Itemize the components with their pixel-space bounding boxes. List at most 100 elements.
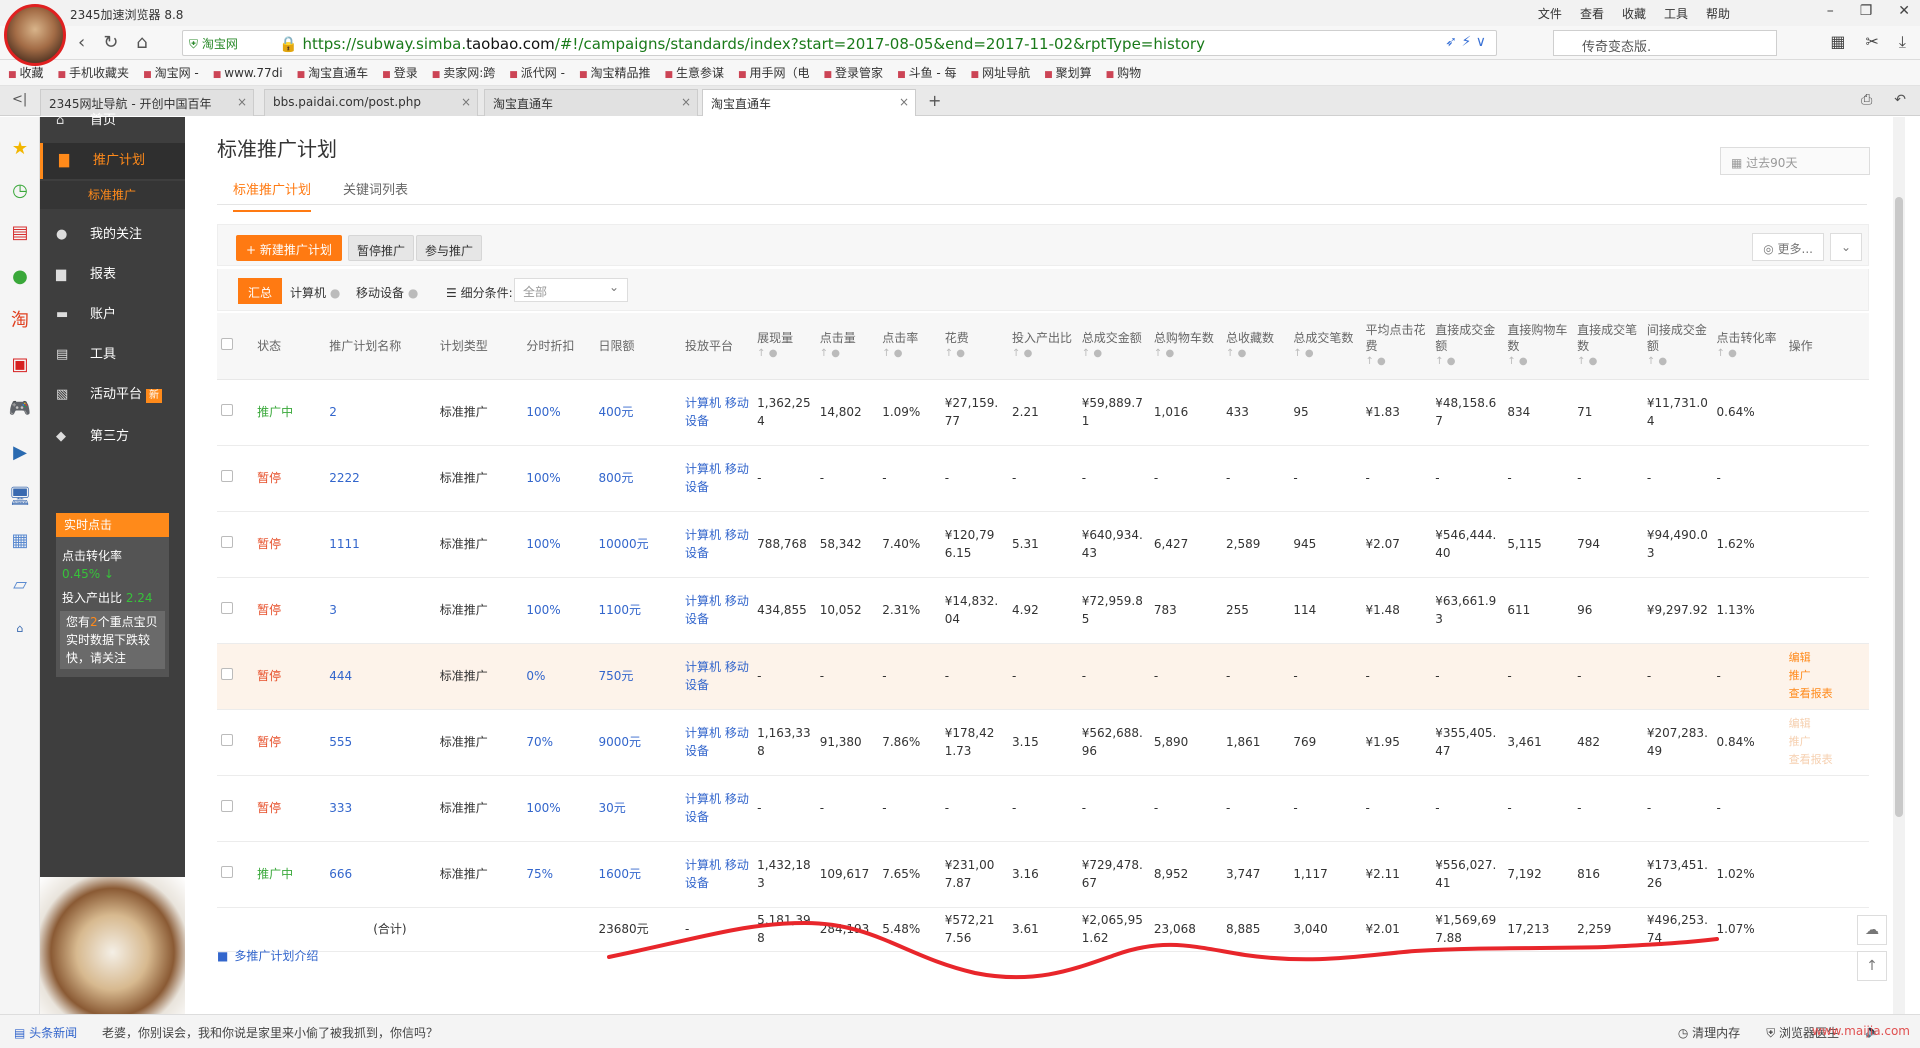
platform-link[interactable]: 计算机 移动设备 — [685, 726, 749, 758]
star-icon[interactable]: ★ — [8, 137, 32, 161]
platform-cell[interactable]: 计算机 移动设备 — [681, 775, 754, 842]
computer-icon[interactable]: 🖥 — [8, 485, 32, 509]
favorite-item[interactable]: 淘宝网 - — [143, 64, 199, 81]
discount-cell[interactable]: 100% — [522, 775, 595, 842]
col-header-sortable[interactable]: 总购物车数 ↑ ● — [1149, 313, 1223, 380]
checkbox[interactable] — [221, 800, 233, 812]
favorite-item[interactable]: www.77di — [213, 66, 282, 80]
favorite-item[interactable]: 手机收藏夹 — [58, 64, 129, 81]
favorite-item[interactable]: 登录 — [382, 64, 418, 81]
favorite-item[interactable]: 购物 — [1106, 64, 1141, 81]
platform-cell[interactable]: 计算机 移动设备 — [681, 643, 754, 710]
segment-summary[interactable]: 汇总 — [238, 278, 283, 304]
discount-link[interactable]: 70% — [526, 735, 553, 749]
favorite-item[interactable]: 淘宝精品推 — [579, 64, 650, 81]
sort-icon[interactable]: ↑ ● — [1293, 346, 1357, 362]
plan-name-link[interactable]: 1111 — [329, 537, 360, 551]
menu-file[interactable]: 文件 — [1538, 5, 1562, 22]
clean-memory-button[interactable]: ◷ 清理内存 — [1678, 1024, 1740, 1041]
sort-icon[interactable]: ↑ ● — [820, 346, 875, 362]
plan-name-cell[interactable]: 444 — [325, 643, 436, 710]
sale-icon[interactable]: ▣ — [8, 353, 32, 377]
minimize-icon[interactable]: – — [1827, 3, 1834, 19]
game-icon[interactable]: 🎮 — [8, 397, 32, 421]
user-avatar[interactable] — [4, 4, 66, 66]
sort-icon[interactable]: ↑ ● — [1435, 354, 1499, 370]
platform-cell[interactable]: 计算机 移动设备 — [681, 709, 754, 776]
sidebar-subitem-standard[interactable]: 标准推广 — [40, 181, 185, 209]
discount-link[interactable]: 100% — [526, 603, 560, 617]
sort-icon[interactable]: ↑ ● — [1577, 354, 1639, 370]
sidebar-item-plans[interactable]: ▇ 推广计划 — [40, 143, 185, 179]
plan-name-cell[interactable]: 3 — [325, 577, 436, 644]
platform-cell[interactable]: 计算机 移动设备 — [681, 445, 754, 512]
sidebar-item-activity[interactable]: ▧ 活动平台新 — [40, 377, 185, 413]
close-tab-icon[interactable]: × — [681, 95, 691, 109]
plan-name-cell[interactable]: 666 — [325, 841, 436, 908]
limit-link[interactable]: 10000元 — [598, 537, 648, 551]
news-ticker[interactable]: 老婆，你别误会，我和你说是家里来小偷了被我抓到，你信吗？ — [102, 1024, 438, 1041]
filter-select[interactable]: 全部 — [514, 278, 628, 302]
favorite-item[interactable]: 网址导航 — [971, 64, 1030, 81]
limit-cell[interactable]: 10000元 — [594, 511, 682, 578]
close-tab-icon[interactable]: × — [899, 95, 909, 109]
limit-cell[interactable]: 9000元 — [594, 709, 682, 776]
row-select[interactable] — [217, 841, 254, 908]
refresh-icon[interactable]: ↻ — [103, 32, 118, 53]
col-header-sortable[interactable]: 总收藏数 ↑ ● — [1222, 313, 1290, 380]
limit-link[interactable]: 30元 — [598, 801, 625, 815]
discount-link[interactable]: 100% — [526, 405, 560, 419]
platform-link[interactable]: 计算机 移动设备 — [685, 396, 749, 428]
platform-cell[interactable]: 计算机 移动设备 — [681, 577, 754, 644]
menu-favorites[interactable]: 收藏 — [1622, 5, 1646, 22]
sidebar-item-tools[interactable]: ▤ 工具 — [40, 337, 185, 373]
discount-cell[interactable]: 0% — [522, 643, 595, 710]
checkbox[interactable] — [221, 337, 233, 350]
limit-cell[interactable]: 1600元 — [594, 841, 682, 908]
op-link[interactable]: 编辑 — [1789, 715, 1865, 733]
favorite-item[interactable]: 卖家网:跨 — [432, 64, 495, 81]
platform-link[interactable]: 计算机 移动设备 — [685, 792, 749, 824]
row-select[interactable] — [217, 379, 254, 446]
col-header-sortable[interactable]: 展现量 ↑ ● — [753, 313, 816, 380]
platform-link[interactable]: 计算机 移动设备 — [685, 858, 749, 890]
close-icon[interactable]: ✕ — [1898, 3, 1910, 19]
sidebar-item-home[interactable]: ⌂ 首页 — [40, 103, 185, 139]
sort-icon[interactable]: ↑ ● — [757, 346, 812, 362]
row-select[interactable] — [217, 775, 254, 842]
col-header-sortable[interactable]: 间接成交金额 ↑ ● — [1642, 313, 1713, 380]
plan-name-cell[interactable]: 1111 — [325, 511, 436, 578]
discount-cell[interactable]: 100% — [522, 379, 595, 446]
col-header-sortable[interactable]: 直接购物车数 ↑ ● — [1503, 313, 1574, 380]
limit-link[interactable]: 400元 — [598, 405, 633, 419]
table-row[interactable]: 暂停 3 标准推广 100% 1100元 计算机 移动设备 434,855 10,052 2.3… — [217, 577, 1869, 644]
limit-link[interactable]: 750元 — [598, 669, 633, 683]
limit-link[interactable]: 1100元 — [598, 603, 641, 617]
row-select[interactable] — [217, 511, 254, 578]
menu-view[interactable]: 查看 — [1580, 5, 1604, 22]
apps-icon[interactable]: ▦ — [1830, 32, 1845, 52]
tab-standard-plans[interactable]: 标准推广计划 — [233, 179, 312, 212]
sort-icon[interactable]: ↑ ● — [1717, 346, 1781, 362]
back-icon[interactable]: ‹ — [78, 32, 85, 53]
scrollbar-thumb[interactable] — [1895, 197, 1903, 817]
limit-cell[interactable]: 750元 — [594, 643, 682, 710]
row-select[interactable] — [217, 709, 254, 776]
sort-icon[interactable]: ↑ ● — [1647, 354, 1709, 370]
discount-cell[interactable]: 70% — [522, 709, 595, 776]
table-row[interactable]: 暂停 333 标准推广 100% 30元 计算机 移动设备 - - - - - - - - - - - - - - - — [217, 775, 1869, 842]
join-button[interactable]: 参与推广 — [416, 235, 483, 261]
sort-icon[interactable]: ↑ ● — [1507, 354, 1569, 370]
checkbox[interactable] — [221, 602, 233, 614]
row-select[interactable] — [217, 643, 254, 710]
discount-cell[interactable]: 100% — [522, 511, 595, 578]
sort-icon[interactable]: ↑ ● — [1226, 346, 1285, 362]
col-header-sortable[interactable]: 平均点击花费 ↑ ● — [1361, 313, 1432, 380]
favorite-item[interactable]: 收藏 — [8, 64, 44, 81]
news-label[interactable]: ▤ 头条新闻 — [14, 1024, 77, 1041]
favorite-item[interactable]: 登录管家 — [824, 64, 883, 81]
discount-cell[interactable]: 100% — [522, 445, 595, 512]
sort-icon[interactable]: ↑ ● — [1154, 346, 1218, 362]
plan-name-cell[interactable]: 333 — [325, 775, 436, 842]
limit-cell[interactable]: 30元 — [594, 775, 682, 842]
